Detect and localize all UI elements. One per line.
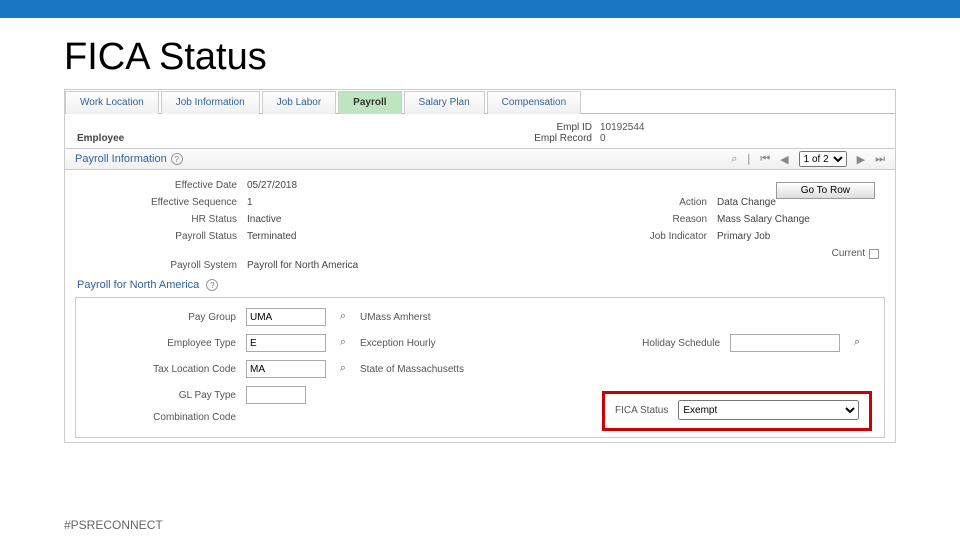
pna-panel: Pay Group ⌕ UMass Amherst Employee Type … [75, 297, 885, 438]
pna-subheader: Payroll for North America ? [65, 275, 895, 295]
page-title: FICA Status [64, 36, 896, 79]
emptype-desc: Exception Hourly [360, 338, 580, 349]
tab-job-labor[interactable]: Job Labor [262, 91, 336, 114]
paygroup-desc: UMass Amherst [360, 312, 580, 323]
fica-highlight-box: FICA Status Exempt [602, 391, 872, 431]
taxloc-label: Tax Location Code [86, 364, 246, 375]
divider-icon: | [747, 153, 750, 165]
fica-label: FICA Status [615, 405, 668, 416]
last-icon[interactable]: ⏭ [875, 153, 885, 166]
payrollstatus-label: Payroll Status [77, 231, 247, 242]
emptype-label: Employee Type [86, 338, 246, 349]
details-grid: Effective Date 05/27/2018 Effective Sequ… [65, 170, 895, 275]
taxloc-desc: State of Massachusetts [360, 364, 580, 375]
effdate-label: Effective Date [77, 180, 247, 191]
prev-icon[interactable]: ◀ [780, 153, 788, 166]
payroll-info-box: Go To Row Current Effective Date 05/27/2… [65, 170, 895, 275]
tab-strip: Work Location Job Information Job Labor … [65, 90, 895, 114]
help-icon-pna[interactable]: ? [206, 279, 218, 291]
current-checkbox[interactable] [869, 249, 879, 259]
hrstatus-label: HR Status [77, 214, 247, 225]
paygroup-label: Pay Group [86, 312, 246, 323]
slide-top-bar [0, 0, 960, 18]
first-icon[interactable]: ⏮ [760, 153, 770, 166]
lookup-icon[interactable]: ⌕ [336, 362, 350, 376]
grid-pager: ⌕ | ⏮ ◀ 1 of 2 ▶ ⏭ [731, 151, 885, 167]
jobind-value: Primary Job [717, 231, 917, 242]
next-icon[interactable]: ▶ [857, 153, 865, 166]
tab-payroll[interactable]: Payroll [338, 91, 401, 114]
reason-label: Reason [637, 214, 717, 225]
tab-job-information[interactable]: Job Information [161, 91, 260, 114]
empl-record-value: 0 [600, 133, 883, 144]
emptype-input[interactable] [246, 334, 326, 352]
holiday-input[interactable] [730, 334, 840, 352]
action-label: Action [637, 197, 717, 208]
fica-select[interactable]: Exempt [678, 400, 859, 420]
empl-id-value: 10192544 [600, 122, 883, 133]
section-bar: Payroll Information ? ⌕ | ⏮ ◀ 1 of 2 ▶ ⏭ [65, 148, 895, 170]
app-window: Work Location Job Information Job Labor … [64, 89, 896, 443]
tab-work-location[interactable]: Work Location [65, 91, 159, 114]
tab-compensation[interactable]: Compensation [487, 91, 581, 114]
glpay-label: GL Pay Type [86, 390, 246, 401]
section-title: Payroll Information [75, 153, 167, 165]
glpay-input[interactable] [246, 386, 306, 404]
help-icon[interactable]: ? [171, 153, 183, 165]
effdate-value: 05/27/2018 [247, 180, 377, 191]
employee-label: Employee [77, 133, 197, 144]
empl-record-label: Empl Record [480, 133, 600, 144]
slide-footer: #PSRECONNECT [64, 518, 163, 532]
pager-select[interactable]: 1 of 2 [799, 151, 847, 167]
lookup-icon[interactable]: ⌕ [850, 336, 864, 350]
paygroup-input[interactable] [246, 308, 326, 326]
find-icon[interactable]: ⌕ [731, 153, 737, 166]
tab-salary-plan[interactable]: Salary Plan [404, 91, 485, 114]
reason-value: Mass Salary Change [717, 214, 917, 225]
paysys-label: Payroll System [77, 260, 247, 271]
gotorow-wrap: Go To Row [776, 180, 875, 199]
payrollstatus-value: Terminated [247, 231, 377, 242]
empl-id-label: Empl ID [480, 122, 600, 133]
jobind-label: Job Indicator [637, 231, 717, 242]
effseq-value: 1 [247, 197, 377, 208]
employee-header: Empl ID 10192544 Employee Empl Record 0 [65, 114, 895, 148]
holiday-label: Holiday Schedule [580, 338, 730, 349]
lookup-icon[interactable]: ⌕ [336, 336, 350, 350]
current-indicator: Current [832, 248, 879, 259]
gotorow-button[interactable]: Go To Row [776, 182, 875, 199]
hrstatus-value: Inactive [247, 214, 377, 225]
taxloc-input[interactable] [246, 360, 326, 378]
paysys-value: Payroll for North America [247, 260, 917, 271]
combo-label: Combination Code [86, 412, 246, 423]
effseq-label: Effective Sequence [77, 197, 247, 208]
current-label: Current [832, 248, 865, 259]
lookup-icon[interactable]: ⌕ [336, 310, 350, 324]
